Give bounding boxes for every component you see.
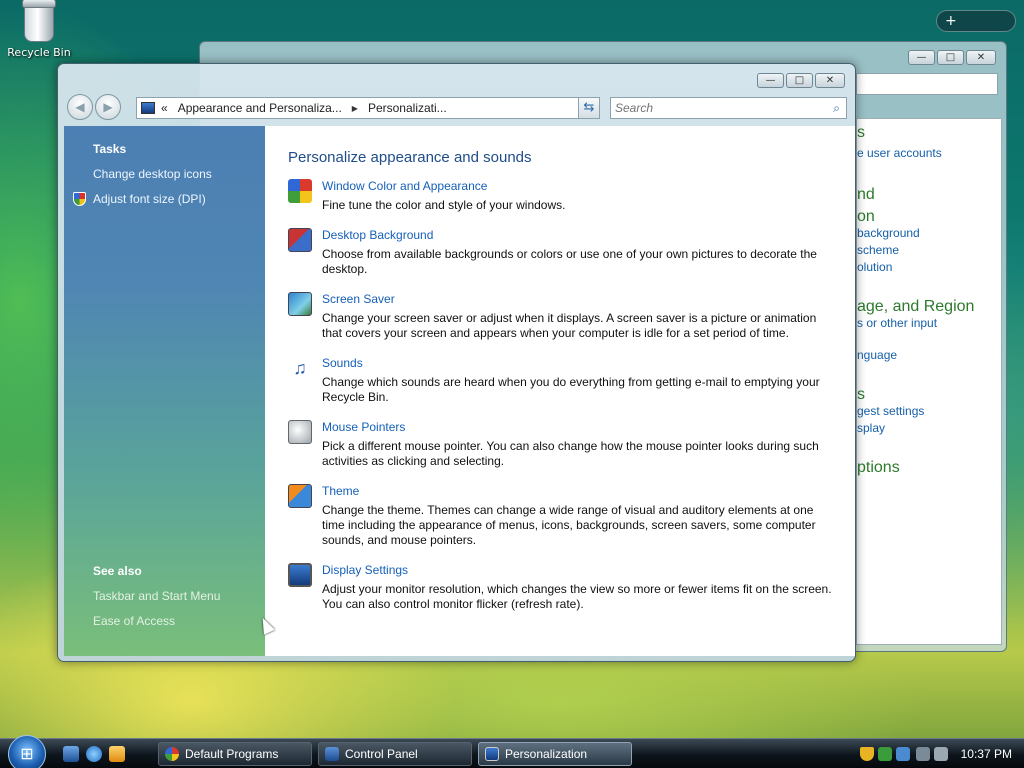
default-programs-icon <box>165 747 179 761</box>
desktop-background-icon[interactable] <box>288 228 312 252</box>
show-desktop-icon[interactable] <box>63 746 79 762</box>
back-window-head-text: age, and Region <box>857 298 975 315</box>
recycle-bin-label: Recycle Bin <box>7 46 71 59</box>
breadcrumb-separator-icon[interactable]: ▶ <box>352 104 358 113</box>
sounds-description: Change which sounds are heard when you d… <box>322 375 820 404</box>
network-icon[interactable] <box>916 747 930 761</box>
back-window-head-text: nd <box>857 186 875 203</box>
screen-saver-icon[interactable] <box>288 292 312 316</box>
close-button[interactable]: ✕ <box>815 73 845 88</box>
back-button[interactable]: ◀ <box>67 94 93 120</box>
breadcrumb-personalization[interactable]: Personalizati... <box>368 101 447 115</box>
back-window-head-text: on <box>857 208 875 225</box>
display-settings-description: Adjust your monitor resolution, which ch… <box>322 582 832 611</box>
mouse-pointers-link[interactable]: Mouse Pointers <box>322 420 405 434</box>
back-window-link-text[interactable]: splay <box>857 421 885 435</box>
address-bar[interactable]: « Appearance and Personaliza... ▶ Person… <box>136 97 600 119</box>
maximize-button[interactable]: □ <box>786 73 813 88</box>
screen-saver-link[interactable]: Screen Saver <box>322 292 395 306</box>
uac-shield-icon <box>73 192 86 206</box>
windows-logo-icon: ⊞ <box>20 744 34 763</box>
mouse-pointers-description: Pick a different mouse pointer. You can … <box>322 439 819 468</box>
search-input[interactable] <box>615 101 815 115</box>
taskbar-personalization-label: Personalization <box>505 747 588 761</box>
control-panel-icon <box>141 102 155 114</box>
back-window-link-text[interactable]: gest settings <box>857 404 924 418</box>
window-color-description: Fine tune the color and style of your wi… <box>322 198 566 212</box>
navigation-buttons: ◀ ▶ <box>67 94 121 120</box>
back-window-caption-buttons: — □ ✕ <box>908 50 996 65</box>
sounds-icon[interactable]: ♫ <box>288 356 312 380</box>
personalization-content: Personalize appearance and sounds Window… <box>265 126 855 656</box>
refresh-button[interactable]: ⇆ <box>578 97 600 119</box>
page-title: Personalize appearance and sounds <box>288 149 532 166</box>
back-window-head-text: ptions <box>857 459 900 476</box>
window-color-icon[interactable] <box>288 179 312 203</box>
back-maximize-button[interactable]: □ <box>937 50 964 65</box>
screen-saver-description: Change your screen saver or adjust when … <box>322 311 817 340</box>
back-window-link-text[interactable]: olution <box>857 260 892 274</box>
safely-remove-icon[interactable] <box>878 747 892 761</box>
volume-muted-icon[interactable] <box>934 747 948 761</box>
forward-button[interactable]: ▶ <box>95 94 121 120</box>
search-box[interactable]: ⌕ <box>610 97 847 119</box>
task-pane: Tasks Change desktop icons Adjust font s… <box>64 126 265 656</box>
start-button[interactable]: ⊞ <box>8 735 46 768</box>
display-settings-icon[interactable] <box>288 563 312 587</box>
back-window-head-text: s <box>857 386 865 403</box>
window-color-link[interactable]: Window Color and Appearance <box>322 179 487 193</box>
search-icon[interactable]: ⌕ <box>833 101 840 116</box>
back-window-link-text[interactable]: background <box>857 226 920 240</box>
back-window-head-text: s <box>857 124 865 141</box>
back-window-link-text[interactable]: scheme <box>857 243 899 257</box>
taskbar-personalization[interactable]: Personalization <box>478 742 632 766</box>
taskbar-start-menu-link[interactable]: Taskbar and Start Menu <box>93 589 220 603</box>
breadcrumb-overflow[interactable]: « <box>161 101 168 115</box>
taskbar-default-programs[interactable]: Default Programs <box>158 742 312 766</box>
theme-link[interactable]: Theme <box>322 484 359 498</box>
theme-description: Change the theme. Themes can change a wi… <box>322 503 816 547</box>
adjust-font-size-link[interactable]: Adjust font size (DPI) <box>93 192 206 206</box>
back-window-link-text[interactable]: nguage <box>857 348 897 362</box>
back-search-box[interactable] <box>856 73 998 95</box>
personalization-window[interactable]: — □ ✕ ◀ ▶ « Appearance and Personaliza..… <box>57 63 856 662</box>
taskbar: ⊞ Default Programs Control Panel Persona… <box>0 735 1024 768</box>
desktop-background-description: Choose from available backgrounds or col… <box>322 247 817 276</box>
display-settings-link[interactable]: Display Settings <box>322 563 408 577</box>
personalization-taskbar-icon <box>485 747 499 761</box>
system-tray: 10:37 PM <box>854 742 1024 766</box>
mouse-pointers-icon[interactable] <box>288 420 312 444</box>
security-shield-icon[interactable] <box>860 747 874 761</box>
theme-icon[interactable] <box>288 484 312 508</box>
window-caption-buttons: — □ ✕ <box>757 73 845 88</box>
add-gadget-icon[interactable]: + <box>945 13 957 29</box>
change-desktop-icons-link[interactable]: Change desktop icons <box>93 167 212 181</box>
back-window-link-text[interactable]: e user accounts <box>857 146 942 160</box>
taskbar-default-programs-label: Default Programs <box>185 747 279 761</box>
see-also-heading: See also <box>93 564 142 578</box>
back-window-link-text[interactable]: s or other input <box>857 316 937 330</box>
breadcrumb-appearance[interactable]: Appearance and Personaliza... <box>178 101 342 115</box>
clock[interactable]: 10:37 PM <box>961 742 1012 766</box>
taskbar-control-panel-label: Control Panel <box>345 747 418 761</box>
recycle-bin-desktop-icon[interactable]: Recycle Bin <box>6 0 72 59</box>
media-player-icon[interactable] <box>109 746 125 762</box>
taskbar-control-panel[interactable]: Control Panel <box>318 742 472 766</box>
windows-sidebar-icon[interactable] <box>896 747 910 761</box>
sidebar-gadget-control[interactable]: + <box>936 10 1016 32</box>
internet-explorer-icon[interactable] <box>86 746 102 762</box>
desktop-background-link[interactable]: Desktop Background <box>322 228 433 242</box>
tasks-heading: Tasks <box>93 142 127 156</box>
back-close-button[interactable]: ✕ <box>966 50 996 65</box>
ease-of-access-link[interactable]: Ease of Access <box>93 614 175 628</box>
minimize-button[interactable]: — <box>757 73 784 88</box>
back-minimize-button[interactable]: — <box>908 50 935 65</box>
control-panel-taskbar-icon <box>325 747 339 761</box>
back-window-content: s e user accounts nd on background scheme olut… <box>856 118 1002 645</box>
recycle-bin-icon <box>22 0 56 42</box>
sounds-link[interactable]: Sounds <box>322 356 363 370</box>
